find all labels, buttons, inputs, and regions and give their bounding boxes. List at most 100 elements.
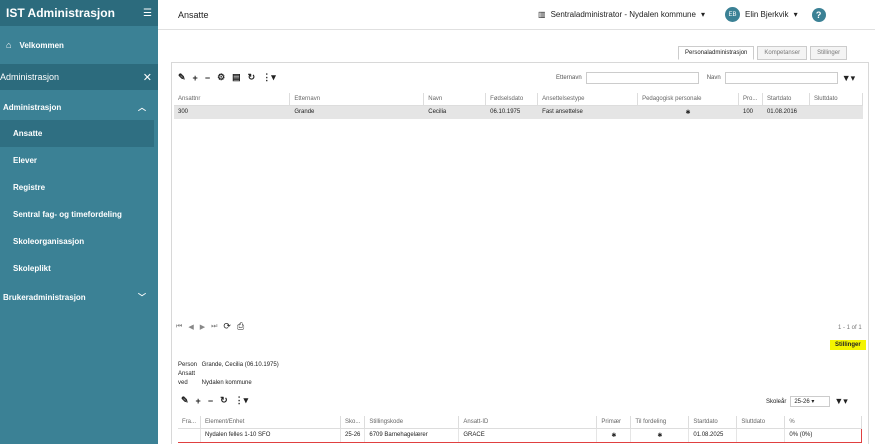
remove-icon[interactable]: − [205, 73, 210, 83]
cell-til-fordeling: ✱ [630, 427, 690, 443]
last-page-icon[interactable]: ⏭ [211, 323, 217, 331]
col-sluttdato[interactable]: Sluttdato [736, 416, 786, 429]
caret-down-icon: ▾ [700, 10, 705, 19]
table-header: Ansattnr Etternavn Navn Fødselsdato Anse… [174, 93, 864, 106]
user-name: Elin Bjerkvik [744, 10, 789, 19]
col-ansatt-id[interactable]: Ansatt-ID [458, 416, 598, 429]
prev-page-icon[interactable]: ◀ [188, 323, 193, 331]
sidebar-item-registre[interactable]: Registre [0, 174, 158, 201]
refresh-icon[interactable]: ⟳ [223, 321, 231, 332]
ansatt-label: Ansatt ved [178, 371, 196, 386]
more-icon[interactable]: ⋮▾ [262, 72, 276, 83]
tab-personaladministrasjon[interactable]: Personaladministrasjon [678, 46, 755, 60]
tab-stillinger[interactable]: Stillinger [810, 46, 848, 60]
etternavn-input[interactable] [585, 72, 699, 84]
skolear-value: 25-26 [794, 399, 810, 405]
sidebar-section-administrasjon[interactable]: Administrasjon ✕ [0, 64, 158, 90]
col-sluttdato[interactable]: Sluttdato [809, 93, 864, 106]
person-label: Person [178, 362, 198, 368]
org-label: Sentraladministrator - Nydalen kommune [550, 10, 696, 19]
stillinger-badge[interactable]: Stillinger [830, 340, 866, 350]
col-ansettelsestype[interactable]: Ansettelsestype [537, 93, 639, 106]
navn-label: Navn [706, 75, 721, 81]
col-startdato[interactable]: Startdato [762, 93, 810, 106]
sidebar-item-label: Skoleorganisasjon [13, 237, 85, 246]
col-ansattnr[interactable]: Ansattnr [174, 93, 291, 106]
col-sko[interactable]: Sko... [340, 416, 366, 429]
col-primaer[interactable]: Primær [596, 416, 632, 429]
more-icon[interactable]: ⋮▾ [235, 395, 249, 406]
navn-input[interactable] [724, 72, 838, 84]
col-stillingskode[interactable]: Stillingskode [364, 416, 460, 429]
skolear-label: Skoleår [766, 398, 787, 405]
sidebar-header: IST Administrasjon ☰ [0, 0, 158, 26]
cell-stillingskode: 6709 Barnehagelærer [364, 427, 460, 443]
col-fra[interactable]: Fra... [178, 416, 202, 429]
page-count: 1 - 1 of 1 [838, 325, 862, 331]
edit-icon[interactable]: ✎ [178, 72, 186, 83]
cell-fodselsdato: 06.10.1975 [485, 105, 539, 119]
cell-etternavn: Grande [289, 105, 425, 119]
app-title: IST Administrasjon [6, 6, 115, 20]
building-icon: ▥ [538, 10, 546, 19]
positions-table: Fra... Element/Enhet Sko... Stillingskod… [178, 416, 862, 443]
remove-icon[interactable]: − [208, 396, 213, 406]
tab-kompetanser[interactable]: Kompetanser [757, 46, 808, 60]
collapse-menu-icon[interactable]: ☰ [143, 8, 152, 19]
filter-icon[interactable]: ▼▾ [834, 396, 847, 407]
export-icon[interactable]: ⎙ [237, 321, 244, 332]
cell-ansattnr: 300 [174, 105, 291, 119]
skolear-dropdown[interactable]: 25-26 ▾ [790, 396, 831, 407]
cell-percent: 0% (0%) [784, 427, 862, 443]
avatar: EB [724, 7, 740, 22]
detail-info: Person Grande, Cecilia (06.10.1975) Ansa… [178, 361, 279, 388]
skolear-select: Skoleår 25-26 ▾ ▼▾ [766, 396, 848, 407]
col-pedagogisk[interactable]: Pedagogisk personale [637, 93, 739, 106]
table-header: Fra... Element/Enhet Sko... Stillingskod… [178, 416, 862, 429]
print-icon[interactable]: ▤ [232, 72, 241, 83]
sidebar-group-administrasjon[interactable]: Administrasjon ︿ [0, 94, 158, 120]
cell-primaer: ✱ [596, 427, 632, 443]
cell-navn: Cecilia [423, 105, 487, 119]
sidebar-item-skoleplikt[interactable]: Skoleplikt [0, 255, 158, 282]
col-startdato[interactable]: Startdato [688, 416, 738, 429]
sidebar-item-fagfordeling[interactable]: Sentral fag- og timefordeling [0, 201, 158, 228]
group-label: Administrasjon [3, 102, 62, 112]
add-icon[interactable]: + [193, 73, 198, 83]
add-icon[interactable]: + [196, 396, 201, 406]
table-row[interactable]: 300 Grande Cecilia 06.10.1975 Fast anset… [174, 105, 864, 119]
cell-startdato: 01.08.2016 [762, 105, 810, 119]
col-etternavn[interactable]: Etternavn [289, 93, 425, 106]
pager: ⏮ ◀ ▶ ⏭ ⟳ ⎙ [176, 321, 244, 332]
settings-icon[interactable]: ⚙ [217, 72, 225, 83]
employees-table: Ansattnr Etternavn Navn Fødselsdato Anse… [174, 93, 864, 119]
filter-icon[interactable]: ▼▾ [842, 73, 855, 84]
next-page-icon[interactable]: ▶ [200, 323, 205, 331]
sidebar: IST Administrasjon ☰ ⌂ Velkommen Adminis… [0, 0, 158, 444]
help-icon[interactable]: ? [811, 7, 826, 22]
close-icon[interactable]: ✕ [143, 71, 152, 84]
edit-icon[interactable]: ✎ [181, 395, 189, 406]
sidebar-item-ansatte[interactable]: Ansatte [0, 120, 154, 147]
sidebar-item-label: Sentral fag- og timefordeling [13, 210, 122, 219]
col-element[interactable]: Element/Enhet [200, 416, 342, 429]
first-page-icon[interactable]: ⏮ [176, 323, 182, 331]
col-til-fordeling[interactable]: Til fordeling [630, 416, 690, 429]
org-selector[interactable]: ▥ Sentraladministrator - Nydalen kommune… [538, 10, 705, 19]
user-menu[interactable]: EB Elin Bjerkvik ▾ [724, 7, 798, 22]
col-pro[interactable]: Pro... [738, 93, 763, 106]
sidebar-group-brukeradministrasjon[interactable]: Brukeradministrasjon ﹀ [0, 284, 158, 310]
sidebar-item-skoleorganisasjon[interactable]: Skoleorganisasjon [0, 228, 158, 255]
col-percent[interactable]: % [784, 416, 862, 429]
refresh-icon[interactable]: ↻ [248, 72, 256, 83]
sidebar-item-elever[interactable]: Elever [0, 147, 158, 174]
col-navn[interactable]: Navn [423, 93, 487, 106]
refresh-icon[interactable]: ↻ [220, 395, 228, 406]
cell-pro: 100 [738, 105, 763, 119]
sidebar-item-label: Skoleplikt [13, 264, 51, 273]
chevron-up-icon: ︿ [138, 102, 146, 112]
employee-toolbar: ✎ + − ⚙ ▤ ↻ ⋮▾ [178, 72, 276, 83]
col-fodselsdato[interactable]: Fødselsdato [485, 93, 539, 106]
table-row[interactable]: Nydalen felles 1-10 SFO 25-26 6709 Barne… [178, 427, 862, 443]
sidebar-item-home[interactable]: ⌂ Velkommen [0, 26, 158, 64]
